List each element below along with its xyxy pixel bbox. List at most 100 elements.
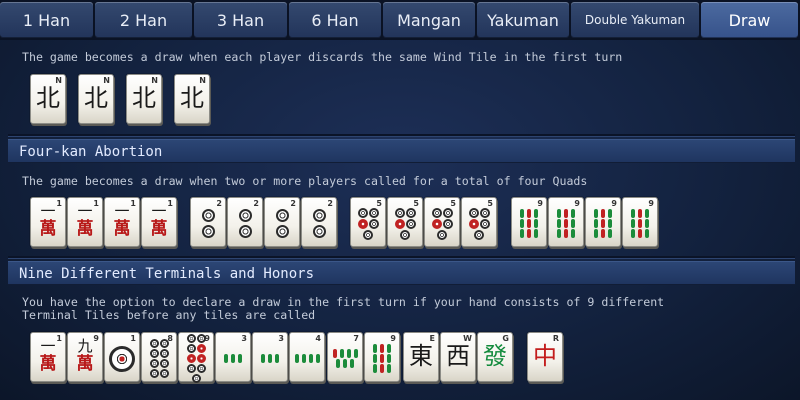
- circle-tile: 5: [350, 197, 386, 247]
- circle-tile: 2: [190, 197, 226, 247]
- bamboo-stick-icon: [261, 354, 265, 363]
- bamboo-stick-icon: [557, 209, 561, 218]
- bamboo-sticks: [331, 341, 359, 376]
- bamboo-stick-icon: [308, 354, 313, 363]
- circle-dot-icon: [468, 218, 479, 229]
- honor-tile-glyph: 北: [84, 84, 108, 112]
- bamboo-stick-icon: [534, 219, 538, 228]
- character-tile: 1一萬: [30, 332, 66, 382]
- tab-yakuman[interactable]: Yakuman: [477, 2, 569, 38]
- circle-tile: 5: [387, 197, 423, 247]
- bamboo-sticks: [256, 341, 284, 376]
- character-tile-number: 一: [40, 337, 56, 355]
- bamboo-stick-icon: [534, 209, 538, 218]
- nine-terminals-description: You have the option to declare a draw in…: [22, 295, 665, 322]
- circle-dot-icon: [159, 359, 169, 368]
- bamboo-tile: 9: [548, 197, 584, 247]
- circle-dot-icon: [159, 339, 169, 348]
- bamboo-stick-icon: [557, 229, 561, 238]
- character-tile-suit-glyph: 萬: [76, 354, 94, 374]
- circle-dot-icon: [196, 334, 206, 343]
- circle-dot-icon: [312, 209, 326, 222]
- bamboo-stick-icon: [275, 354, 279, 363]
- bamboo-stick-icon: [571, 209, 575, 218]
- tab-draw[interactable]: Draw: [701, 2, 798, 38]
- bamboo-stick-icon: [631, 209, 635, 218]
- honor-tile-glyph: 北: [132, 84, 156, 112]
- character-tile-number: 九: [77, 337, 93, 355]
- four-kan-abortion-header: Four-kan Abortion: [8, 139, 795, 163]
- honor-tile: N北: [174, 74, 210, 124]
- bamboo-stick-icon: [631, 219, 635, 228]
- honor-tile-glyph: 發: [483, 342, 507, 370]
- bamboo-sticks: [626, 206, 654, 241]
- tab-6-han[interactable]: 6 Han: [289, 2, 381, 38]
- bamboo-stick-icon: [564, 219, 568, 228]
- bamboo-sticks: [552, 206, 580, 241]
- circle-dot-icon: [201, 225, 215, 238]
- bamboo-tile: 4: [289, 332, 325, 382]
- bamboo-stick-icon: [268, 354, 272, 363]
- honor-tile: N北: [30, 74, 66, 124]
- tab-2-han[interactable]: 2 Han: [95, 2, 192, 38]
- circle-dot-icon: [149, 359, 159, 368]
- character-tile: 1一萬: [104, 197, 140, 247]
- honor-tile-glyph: 西: [446, 342, 470, 370]
- circle-dot-icon: [186, 334, 196, 343]
- bamboo-stick-icon: [564, 229, 568, 238]
- bamboo-tile: 3: [215, 332, 251, 382]
- bamboo-sticks: [515, 206, 543, 241]
- bamboo-stick-icon: [564, 209, 568, 218]
- bamboo-tile: 7: [327, 332, 363, 382]
- circle-tile: 2: [227, 197, 263, 247]
- bamboo-stick-icon: [594, 219, 598, 228]
- honor-tile: G發: [477, 332, 513, 382]
- bamboo-stick-icon: [594, 209, 598, 218]
- bamboo-tile: 9: [585, 197, 621, 247]
- bamboo-stick-icon: [373, 344, 377, 353]
- bamboo-stick-icon: [601, 219, 605, 228]
- bamboo-sticks: [293, 341, 321, 376]
- character-tile-suit-glyph: 萬: [76, 219, 94, 239]
- tab-mangan[interactable]: Mangan: [383, 2, 475, 38]
- bamboo-stick-icon: [571, 229, 575, 238]
- honor-tile: N北: [78, 74, 114, 124]
- character-tile-number: 一: [40, 202, 56, 220]
- circle-dot-icon: [159, 369, 169, 378]
- circle-dot-icon: [109, 345, 135, 372]
- bamboo-stick-icon: [373, 354, 377, 363]
- bamboo-stick-icon: [527, 219, 531, 228]
- bamboo-stick-icon: [380, 344, 384, 353]
- bamboo-stick-icon: [527, 229, 531, 238]
- bamboo-stick-icon: [534, 229, 538, 238]
- bamboo-stick-icon: [594, 229, 598, 238]
- circle-dots: [194, 206, 222, 241]
- bamboo-stick-icon: [645, 229, 649, 238]
- bamboo-stick-icon: [353, 349, 358, 358]
- circle-dot-icon: [363, 229, 373, 240]
- bamboo-tile: 3: [252, 332, 288, 382]
- tab-double-yakuman[interactable]: Double Yakuman: [571, 2, 699, 38]
- circle-dots: [391, 206, 419, 241]
- honor-tile-glyph: 北: [36, 84, 60, 112]
- character-tile-suit-glyph: 萬: [39, 219, 57, 239]
- circle-dot-icon: [394, 218, 405, 229]
- circle-dot-icon: [149, 339, 159, 348]
- circle-dot-icon: [468, 207, 479, 218]
- bamboo-stick-icon: [332, 349, 337, 358]
- bamboo-stick-icon: [315, 354, 320, 363]
- tab-1-han[interactable]: 1 Han: [0, 2, 93, 38]
- character-tile: 1一萬: [30, 197, 66, 247]
- bamboo-stick-icon: [387, 354, 391, 363]
- circle-tile: 9: [178, 332, 214, 383]
- honor-tile: E東: [403, 332, 439, 382]
- bamboo-stick-icon: [645, 219, 649, 228]
- tab-3-han[interactable]: 3 Han: [194, 2, 287, 38]
- circle-dot-icon: [437, 229, 447, 240]
- bamboo-stick-icon: [631, 229, 635, 238]
- bamboo-stick-icon: [520, 209, 524, 218]
- section-divider: [8, 256, 795, 259]
- circle-dot-icon: [196, 354, 206, 363]
- bamboo-tile: 9: [364, 332, 400, 382]
- circle-dots: [305, 206, 333, 241]
